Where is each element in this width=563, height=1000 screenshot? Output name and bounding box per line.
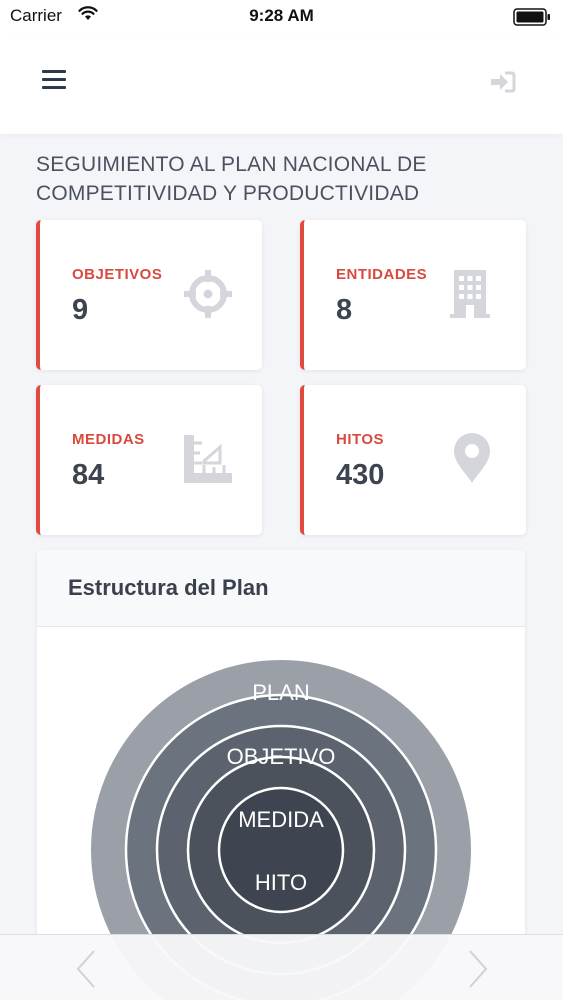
login-button[interactable] bbox=[489, 70, 517, 94]
hamburger-icon bbox=[42, 70, 66, 73]
ruler-icon bbox=[184, 435, 232, 483]
hito-level-label: HITO bbox=[255, 870, 307, 895]
panel-title: Estructura del Plan bbox=[68, 575, 269, 600]
card-value: 84 bbox=[72, 459, 105, 491]
card-value: 8 bbox=[336, 294, 353, 326]
card-hitos[interactable]: HITOS 430 bbox=[300, 385, 526, 535]
card-objetivos[interactable]: OBJETIVOS 9 bbox=[36, 220, 262, 370]
objetivo-level-label: OBJETIVO bbox=[227, 744, 336, 769]
card-label: ENTIDADES bbox=[336, 266, 428, 283]
forward-button[interactable] bbox=[466, 949, 490, 989]
card-entidades[interactable]: ENTIDADES 8 bbox=[300, 220, 526, 370]
card-label: OBJETIVOS bbox=[72, 266, 163, 283]
page-title: SEGUIMIENTO AL PLAN NACIONAL DE COMPETIT… bbox=[36, 153, 427, 205]
map-marker-icon bbox=[454, 433, 490, 483]
card-value: 430 bbox=[336, 459, 385, 491]
menu-button[interactable] bbox=[42, 70, 66, 90]
plan-level-label: PLAN bbox=[252, 680, 309, 705]
card-label: MEDIDAS bbox=[72, 431, 145, 448]
card-value: 9 bbox=[72, 294, 89, 326]
sign-in-icon bbox=[491, 71, 516, 93]
chevron-left-icon bbox=[76, 950, 95, 988]
battery-icon bbox=[513, 8, 551, 26]
top-nav-bar bbox=[0, 34, 563, 134]
structure-panel: Estructura del Plan PLAN OBJETIVO MEDIDA… bbox=[37, 550, 525, 1000]
bottom-toolbar bbox=[0, 934, 563, 1000]
card-label: HITOS bbox=[336, 431, 385, 448]
card-medidas[interactable]: MEDIDAS 84 bbox=[36, 385, 262, 535]
building-icon bbox=[450, 270, 490, 318]
clock: 9:28 AM bbox=[249, 6, 314, 25]
crosshair-icon bbox=[184, 270, 232, 318]
chevron-right-icon bbox=[469, 950, 488, 988]
medida-level-label: MEDIDA bbox=[238, 807, 324, 832]
status-bar: Carrier 9:28 AM bbox=[0, 0, 563, 34]
back-button[interactable] bbox=[74, 949, 98, 989]
